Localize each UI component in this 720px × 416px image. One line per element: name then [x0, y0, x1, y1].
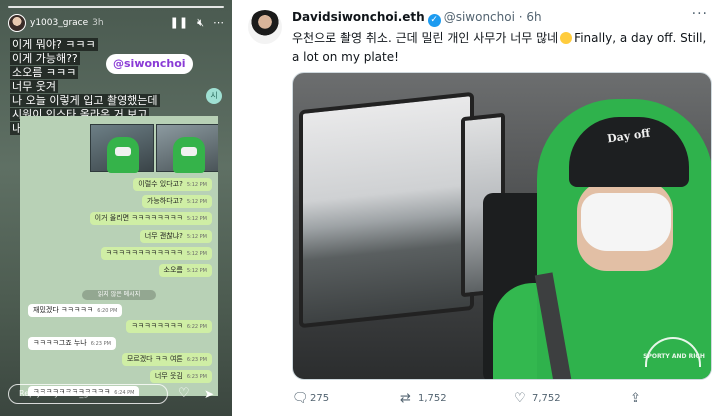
chat-message-text: 소오름	[163, 266, 183, 274]
chat-message-time: 6:23 PM	[186, 357, 207, 363]
like-action[interactable]: ♡ 7,752	[514, 391, 561, 406]
reply-action[interactable]: 🗨︎275	[292, 391, 329, 406]
more-icon[interactable]: ···	[692, 6, 708, 22]
face-mask	[581, 193, 671, 251]
tweet-avatar[interactable]	[248, 10, 282, 44]
tweet-photo[interactable]: Day off SPORTY AND RICH	[292, 72, 712, 380]
chat-message: 가능하다고? 5:12 PM	[141, 195, 212, 208]
tweet-text: 우천으로 촬영 취소. 근데 밀린 개인 사무가 너무 많네 Finally, a…	[292, 29, 712, 67]
mention-tag[interactable]: @siwonchoi	[106, 54, 193, 74]
retweet-count: 1,752	[418, 393, 447, 404]
chat-message-text: 재밌겠다 ㅋㅋㅋㅋㅋ	[33, 306, 94, 314]
chat-message-time: 6:23 PM	[186, 374, 207, 380]
chat-message-text: ㅋㅋㅋㅋㅋㅋㅋㅋ	[131, 322, 183, 330]
chat-message-time: 5:12 PM	[186, 216, 207, 222]
chat-message-text: 모르겠다 ㅋㅋ 여튼	[126, 355, 183, 363]
caption-line: 이게 가능해??	[10, 52, 80, 65]
chat-message-text: 이거 올리면 ㅋㅋㅋㅋㅋㅋㅋㅋ	[94, 214, 183, 222]
reply-icon: 🗨︎	[292, 391, 309, 406]
unread-divider: 읽지 않은 메시지	[82, 290, 156, 300]
chat-message: 너무 괜찮냐? 5:12 PM	[139, 230, 212, 243]
chat-message-time: 6:22 PM	[186, 324, 207, 330]
chat-screenshot: 읽지 않은 메시지 이럴수 있다고? 5:12 PM 가능하다고? 5:12 PM 이거…	[20, 116, 218, 396]
sweat-smile-emoji-icon	[560, 32, 573, 44]
story-avatar[interactable]	[8, 14, 26, 32]
retweet-action[interactable]: ⇄ 1,752	[400, 391, 447, 406]
story-progress-bar	[8, 6, 224, 8]
tweet-text-korean: 우천으로 촬영 취소. 근데 밀린 개인 사무가 너무 많네	[292, 31, 559, 45]
story-username[interactable]: y1003_grace	[30, 18, 88, 28]
reply-input[interactable]: Reply to y1003_grace	[8, 384, 168, 404]
reply-count: 275	[310, 393, 330, 404]
share-action[interactable]: ⇪	[630, 391, 648, 406]
chat-message-time: 5:12 PM	[186, 182, 207, 188]
chat-message: 재밌겠다 ㅋㅋㅋㅋㅋ 6:20 PM	[28, 304, 123, 317]
chat-photo	[156, 124, 218, 173]
caption-line: 나 오늘 이렇게 입고 촬영했는데	[10, 94, 160, 107]
avatar-badge: 시	[206, 88, 222, 104]
handle[interactable]: @siwonchoi	[444, 10, 515, 24]
chat-message: ㅋㅋㅋㅋㅋㅋㅋㅋ 6:22 PM	[126, 320, 212, 333]
chat-message: 너무 웃김 6:23 PM	[149, 370, 212, 383]
chat-message-time: 5:12 PM	[186, 234, 207, 240]
display-name[interactable]: Davidsiwonchoi.eth	[292, 10, 425, 24]
caption-line: 소오름 ㅋㅋㅋ	[10, 66, 79, 79]
verified-badge-icon: ✓	[427, 14, 441, 27]
retweet-icon: ⇄	[400, 391, 411, 406]
chat-photo	[90, 124, 154, 173]
chat-message-text: 너무 웃김	[154, 372, 183, 380]
tweet-time[interactable]: 6h	[526, 10, 541, 24]
hoodie-logo-text: SPORTY AND RICH	[643, 353, 705, 360]
car-window	[299, 91, 474, 329]
chat-message: 이거 올리면 ㅋㅋㅋㅋㅋㅋㅋㅋ 5:12 PM	[89, 212, 212, 225]
instagram-story: y1003_grace 3h ❚❚ 🔇︎ ⋯ 이게 뭐야? ㅋㅋㅋ 이게 가능해??…	[0, 0, 232, 416]
chat-message-time: 6:20 PM	[97, 308, 118, 314]
send-icon[interactable]: ➤	[204, 387, 214, 401]
chat-message: ㅋㅋㅋㅋ그죠 누나 6:23 PM	[28, 337, 116, 350]
chat-message-time: 5:12 PM	[186, 199, 207, 205]
caption-line: 이게 뭐야? ㅋㅋㅋ	[10, 38, 98, 51]
tweet: Davidsiwonchoi.eth ✓ @siwonchoi · 6h ··· 우…	[240, 0, 720, 416]
like-icon: ♡	[514, 391, 526, 406]
caption-line: 너무 웃겨	[10, 80, 58, 93]
chat-message-time: 5:12 PM	[186, 268, 207, 274]
more-icon[interactable]: ⋯	[213, 16, 224, 30]
tweet-actions: 🗨︎275 ⇄ 1,752 ♡ 7,752 ⇪	[292, 389, 712, 409]
chat-message: 소오름 5:12 PM	[158, 264, 212, 277]
mute-icon[interactable]: 🔇︎	[197, 16, 204, 30]
chat-message-text: 가능하다고?	[146, 197, 183, 205]
chat-message-time: 5:12 PM	[186, 251, 207, 257]
chat-message-text: ㅋㅋㅋㅋ그죠 누나	[33, 339, 87, 347]
pause-icon[interactable]: ❚❚	[170, 16, 188, 30]
chat-message-text: ㅋㅋㅋㅋㅋㅋㅋㅋㅋㅋㅋㅋ	[105, 249, 183, 257]
like-count: 7,752	[532, 393, 561, 404]
chat-message: 이럴수 있다고? 5:12 PM	[133, 178, 212, 191]
chat-message-text: 너무 괜찮냐?	[144, 232, 183, 240]
chat-message-text: 이럴수 있다고?	[138, 180, 183, 188]
chat-message-time: 6:23 PM	[90, 341, 111, 347]
chat-message: 모르겠다 ㅋㅋ 여튼 6:23 PM	[121, 353, 212, 366]
story-time: 3h	[92, 18, 104, 28]
chat-message: ㅋㅋㅋㅋㅋㅋㅋㅋㅋㅋㅋㅋ 5:12 PM	[100, 247, 212, 260]
share-icon: ⇪	[630, 391, 641, 406]
heart-icon[interactable]: ♡	[178, 386, 190, 401]
